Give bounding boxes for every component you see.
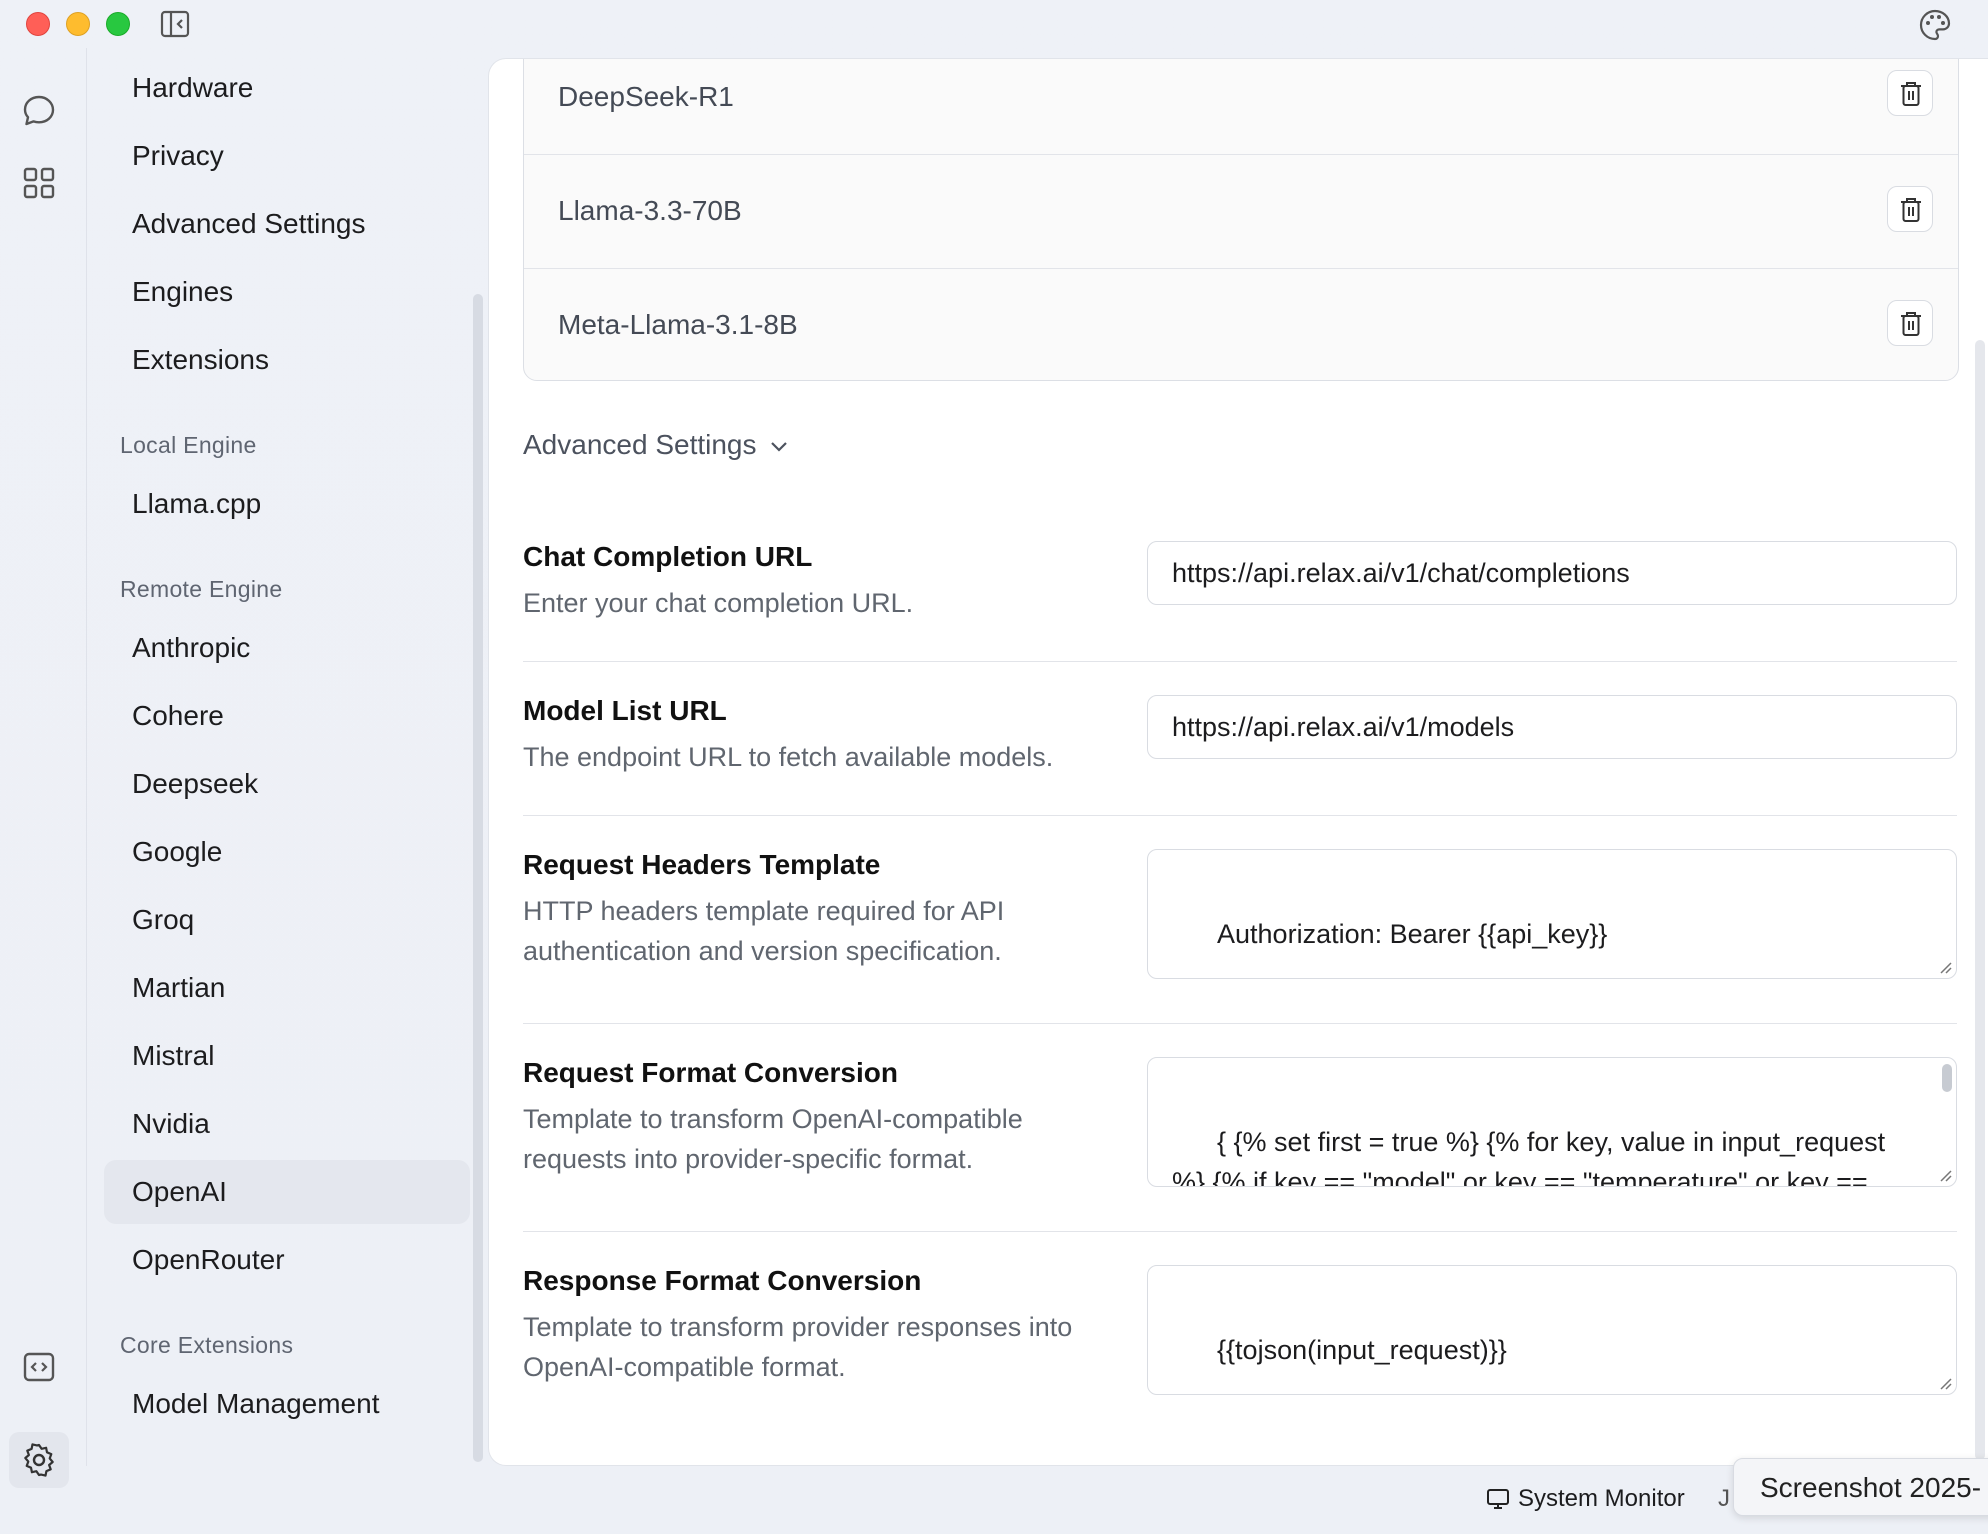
nav-group-remote-engine: Remote Engine [120, 576, 283, 602]
divider [523, 815, 1957, 816]
screenshot-toast[interactable]: Screenshot 2025- [1733, 1458, 1988, 1516]
close-window-button[interactable] [26, 12, 50, 36]
model-list-url-input[interactable]: https://api.relax.ai/v1/models [1147, 695, 1957, 759]
field-description: Template to transform provider responses… [523, 1312, 1073, 1382]
code-window-icon[interactable] [20, 1348, 58, 1386]
divider [523, 1023, 1957, 1024]
model-row: Llama-3.3-70B [524, 154, 1958, 269]
trash-icon [1901, 312, 1921, 336]
nav-item-openrouter[interactable]: OpenRouter [104, 1228, 470, 1292]
resize-handle-icon[interactable] [1938, 960, 1952, 974]
field-title: Request Headers Template [523, 849, 881, 880]
minimize-window-button[interactable] [66, 12, 90, 36]
nav-item-martian[interactable]: Martian [104, 956, 470, 1020]
textarea-scrollbar[interactable] [1942, 1064, 1952, 1092]
delete-model-button[interactable] [1887, 70, 1933, 116]
nav-item-hardware[interactable]: Hardware [104, 56, 470, 120]
field-description: Enter your chat completion URL. [523, 588, 914, 618]
delete-model-button[interactable] [1887, 300, 1933, 346]
system-monitor-label: System Monitor [1518, 1485, 1685, 1512]
model-name: DeepSeek-R1 [558, 81, 734, 112]
request-headers-value: Authorization: Bearer {{api_key}} [1217, 919, 1608, 949]
chat-bubble-icon[interactable] [20, 92, 58, 130]
palette-icon[interactable] [1918, 8, 1952, 42]
nav-group-local-engine: Local Engine [120, 432, 257, 458]
monitor-icon [1487, 1489, 1509, 1509]
resize-handle-icon[interactable] [1938, 1376, 1952, 1390]
model-row: Meta-Llama-3.1-8B [524, 268, 1958, 380]
status-extra-text: J [1718, 1485, 1730, 1512]
nav-item-engines[interactable]: Engines [104, 260, 470, 324]
model-row: DeepSeek-R1 [524, 59, 1958, 155]
nav-item-openai[interactable]: OpenAI [104, 1160, 470, 1224]
divider [523, 1231, 1957, 1232]
main-scrollbar[interactable] [1975, 340, 1985, 1460]
title-bar [0, 0, 1988, 48]
nav-item-extensions[interactable]: Extensions [104, 328, 470, 392]
system-monitor-button[interactable]: System Monitor [1486, 1485, 1685, 1513]
nav-item-anthropic[interactable]: Anthropic [104, 616, 470, 680]
nav-item-cohere[interactable]: Cohere [104, 684, 470, 748]
chat-completion-url-input[interactable]: https://api.relax.ai/v1/chat/completions [1147, 541, 1957, 605]
nav-item-advanced-settings[interactable]: Advanced Settings [104, 192, 470, 256]
delete-model-button[interactable] [1887, 186, 1933, 232]
field-title: Chat Completion URL [523, 541, 813, 572]
response-format-value: {{tojson(input_request)}} [1217, 1335, 1507, 1365]
nav-item-deepseek[interactable]: Deepseek [104, 752, 470, 816]
grid-icon[interactable] [20, 164, 58, 202]
nav-item-google[interactable]: Google [104, 820, 470, 884]
divider [523, 661, 1957, 662]
model-name: Llama-3.3-70B [558, 195, 742, 226]
nav-item-mistral[interactable]: Mistral [104, 1024, 470, 1088]
nav-item-privacy[interactable]: Privacy [104, 124, 470, 188]
settings-nav: Hardware Privacy Advanced Settings Engin… [88, 48, 476, 1466]
status-bar: System Monitor J [0, 1466, 1988, 1534]
request-format-textarea[interactable]: { {% set first = true %} {% for key, val… [1147, 1057, 1957, 1187]
field-title: Model List URL [523, 695, 727, 726]
resize-handle-icon[interactable] [1938, 1168, 1952, 1182]
model-list: DeepSeek-R1 Llama-3.3-70B Meta-Llama-3.1… [523, 59, 1959, 381]
icon-rail [0, 48, 87, 1488]
trash-icon [1901, 82, 1921, 106]
field-description: Template to transform OpenAI-compatible … [523, 1104, 1023, 1174]
nav-item-groq[interactable]: Groq [104, 888, 470, 952]
nav-scrollbar[interactable] [473, 294, 483, 1462]
request-headers-textarea[interactable]: Authorization: Bearer {{api_key}} [1147, 849, 1957, 979]
nav-group-core-extensions: Core Extensions [120, 1332, 294, 1358]
sidebar-toggle-icon[interactable] [160, 10, 190, 38]
model-name: Meta-Llama-3.1-8B [558, 309, 798, 340]
field-title: Response Format Conversion [523, 1265, 922, 1296]
trash-icon [1901, 198, 1921, 222]
zoom-window-button[interactable] [106, 12, 130, 36]
chevron-down-icon [770, 441, 787, 452]
field-description: HTTP headers template required for API a… [523, 896, 1005, 966]
field-title: Request Format Conversion [523, 1057, 898, 1088]
nav-item-nvidia[interactable]: Nvidia [104, 1092, 470, 1156]
response-format-textarea[interactable]: {{tojson(input_request)}} [1147, 1265, 1957, 1395]
nav-item-llama-cpp[interactable]: Llama.cpp [104, 472, 470, 536]
advanced-settings-toggle[interactable]: Advanced Settings [523, 429, 789, 461]
nav-item-model-management[interactable]: Model Management [104, 1372, 470, 1436]
advanced-settings-label: Advanced Settings [523, 429, 757, 460]
request-format-value: { {% set first = true %} {% for key, val… [1172, 1127, 1886, 1187]
main-panel: DeepSeek-R1 Llama-3.3-70B Meta-Llama-3.1… [488, 58, 1988, 1466]
field-description: The endpoint URL to fetch available mode… [523, 742, 1054, 772]
